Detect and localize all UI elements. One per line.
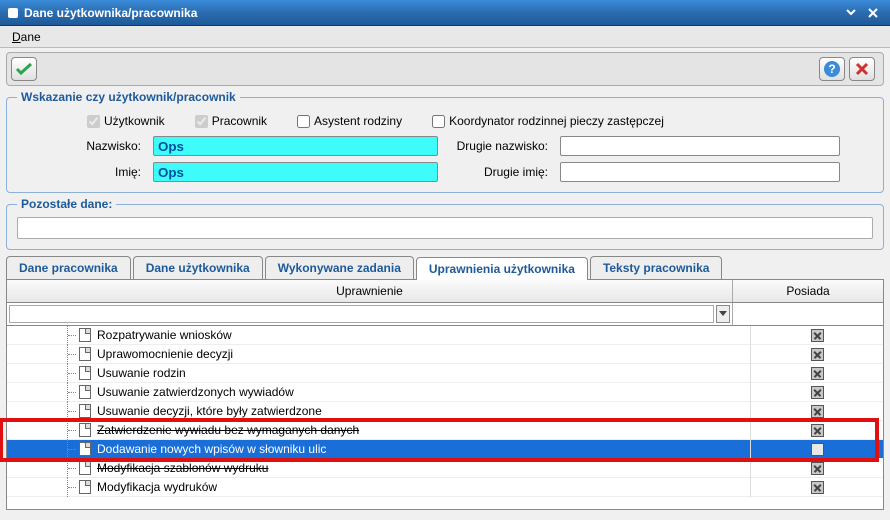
window-title: Dane użytkownika/pracownika [24, 6, 838, 20]
tab-dane-uzytkownika[interactable]: Dane użytkownika [133, 256, 263, 279]
lastname2-label: Drugie nazwisko: [444, 139, 554, 153]
permissions-grid: Uprawnienie Posiada Rozpatrywanie wniosk… [6, 280, 884, 510]
role-assistant-label: Asystent rodziny [314, 114, 402, 128]
col-uprawnienie-header[interactable]: Uprawnienie [7, 280, 733, 302]
tab-wykonywane-zadania[interactable]: Wykonywane zadania [265, 256, 414, 279]
role-user[interactable]: Użytkownik [87, 114, 165, 128]
tab-uprawnienia-uzytkownika[interactable]: Uprawnienia użytkownika [416, 257, 588, 280]
role-employee-checkbox[interactable] [195, 115, 208, 128]
role-user-label: Użytkownik [104, 114, 165, 128]
minimize-button[interactable] [842, 4, 860, 22]
toolbar: ? [6, 52, 884, 86]
tab-dane-pracownika[interactable]: Dane pracownika [6, 256, 131, 279]
tree-line-icon [67, 326, 79, 345]
tree-line-icon [67, 345, 79, 364]
role-coordinator-checkbox[interactable] [432, 115, 445, 128]
col-posiada-header[interactable]: Posiada [733, 280, 883, 302]
tabs: Dane pracownika Dane użytkownika Wykonyw… [6, 256, 884, 280]
role-employee[interactable]: Pracownik [195, 114, 267, 128]
document-icon [79, 442, 91, 456]
document-icon [79, 461, 91, 475]
filter-dropdown-button[interactable] [716, 305, 730, 323]
close-icon [855, 62, 869, 76]
permission-label: Zatwierdzenie wywiadu bez wymaganych dan… [97, 423, 359, 437]
has-checkbox[interactable] [811, 329, 824, 342]
has-checkbox[interactable] [811, 405, 824, 418]
permission-row[interactable]: Zatwierdzenie wywiadu bez wymaganych dan… [7, 421, 883, 440]
lastname-label: Nazwisko: [17, 139, 147, 153]
has-checkbox[interactable] [811, 443, 824, 456]
other-data-input[interactable] [17, 217, 873, 239]
firstname-label: Imię: [17, 165, 147, 179]
has-checkbox[interactable] [811, 386, 824, 399]
document-icon [79, 480, 91, 494]
tab-teksty-pracownika[interactable]: Teksty pracownika [590, 256, 723, 279]
tree-line-icon [67, 383, 79, 402]
has-checkbox[interactable] [811, 367, 824, 380]
lastname-input[interactable] [153, 136, 438, 156]
permission-row[interactable]: Dodawanie nowych wpisów w słowniku ulic [7, 440, 883, 459]
document-icon [79, 385, 91, 399]
tree-line-icon [67, 440, 79, 459]
permission-row[interactable]: Usuwanie zatwierdzonych wywiadów [7, 383, 883, 402]
role-coordinator[interactable]: Koordynator rodzinnej pieczy zastępczej [432, 114, 664, 128]
tree-line-icon [67, 459, 79, 478]
firstname2-input[interactable] [560, 162, 840, 182]
permission-row[interactable]: Uprawomocnienie decyzji [7, 345, 883, 364]
permission-row[interactable]: Usuwanie decyzji, które były zatwierdzon… [7, 402, 883, 421]
role-employee-label: Pracownik [212, 114, 267, 128]
permission-row[interactable]: Rozpatrywanie wniosków [7, 326, 883, 345]
roles-legend: Wskazanie czy użytkownik/pracownik [17, 90, 240, 104]
filter-uprawnienie-input[interactable] [9, 305, 714, 323]
permission-label: Rozpatrywanie wniosków [97, 328, 232, 342]
permission-label: Modyfikacja szablonów wydruku [97, 461, 268, 475]
permission-label: Modyfikacja wydruków [97, 480, 217, 494]
help-button[interactable]: ? [819, 57, 845, 81]
menu-dane[interactable]: Dane [6, 28, 47, 46]
svg-text:?: ? [828, 62, 835, 76]
document-icon [79, 347, 91, 361]
check-icon [15, 62, 33, 76]
has-checkbox[interactable] [811, 424, 824, 437]
firstname2-label: Drugie imię: [444, 165, 554, 179]
firstname-input[interactable] [153, 162, 438, 182]
permission-label: Usuwanie rodzin [97, 366, 186, 380]
tree-line-icon [67, 478, 79, 497]
tree-line-icon [67, 402, 79, 421]
lastname2-input[interactable] [560, 136, 840, 156]
permission-row[interactable]: Modyfikacja szablonów wydruku [7, 459, 883, 478]
permission-label: Usuwanie decyzji, które były zatwierdzon… [97, 404, 322, 418]
permission-label: Uprawomocnienie decyzji [97, 347, 233, 361]
help-icon: ? [823, 60, 841, 78]
role-user-checkbox[interactable] [87, 115, 100, 128]
role-assistant[interactable]: Asystent rodziny [297, 114, 402, 128]
accept-button[interactable] [11, 57, 37, 81]
tree-line-icon [67, 421, 79, 440]
document-icon [79, 328, 91, 342]
tree-line-icon [67, 364, 79, 383]
permission-row[interactable]: Usuwanie rodzin [7, 364, 883, 383]
close-window-button[interactable] [864, 4, 882, 22]
permission-label: Usuwanie zatwierdzonych wywiadów [97, 385, 294, 399]
roles-panel: Wskazanie czy użytkownik/pracownik Użytk… [6, 90, 884, 193]
other-data-legend: Pozostałe dane: [17, 197, 116, 211]
menu-dane-label: ane [21, 30, 41, 44]
document-icon [79, 366, 91, 380]
has-checkbox[interactable] [811, 348, 824, 361]
menubar: Dane [0, 26, 890, 48]
grid-body[interactable]: Rozpatrywanie wniosków Uprawomocnienie de… [7, 326, 883, 509]
has-checkbox[interactable] [811, 462, 824, 475]
permission-row[interactable]: Modyfikacja wydruków [7, 478, 883, 497]
document-icon [79, 404, 91, 418]
document-icon [79, 423, 91, 437]
window-titlebar: Dane użytkownika/pracownika [0, 0, 890, 26]
chevron-down-icon [719, 311, 727, 317]
app-icon [8, 8, 18, 18]
has-checkbox[interactable] [811, 481, 824, 494]
cancel-button[interactable] [849, 57, 875, 81]
role-coordinator-label: Koordynator rodzinnej pieczy zastępczej [449, 114, 664, 128]
other-data-panel: Pozostałe dane: [6, 197, 884, 250]
role-assistant-checkbox[interactable] [297, 115, 310, 128]
permission-label: Dodawanie nowych wpisów w słowniku ulic [97, 442, 326, 456]
